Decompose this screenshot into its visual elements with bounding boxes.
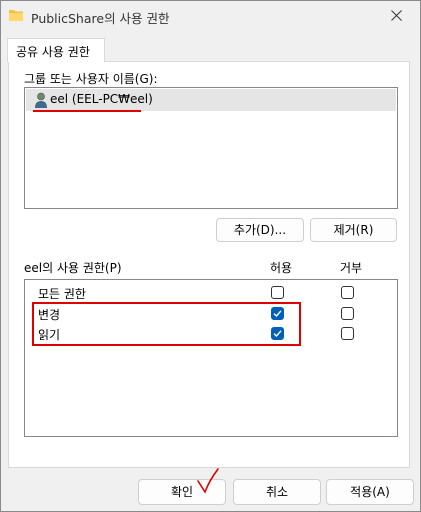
cancel-button[interactable]: 취소 — [233, 479, 321, 505]
title-bar: PublicShare의 사용 권한 — [1, 1, 420, 31]
close-button[interactable] — [374, 1, 420, 31]
user-icon — [34, 92, 48, 108]
close-icon — [391, 10, 402, 21]
deny-column-header: 거부 — [340, 261, 363, 275]
deny-change-checkbox[interactable] — [341, 307, 354, 320]
remove-button[interactable]: 제거(R) — [310, 218, 397, 242]
deny-full-control-checkbox[interactable] — [341, 286, 354, 299]
add-button[interactable]: 추가(D)... — [216, 218, 304, 242]
user-name: eel (EEL-PC₩eel) — [50, 92, 153, 106]
folder-icon — [9, 10, 23, 21]
permissions-label: eel의 사용 권한(P) — [24, 261, 122, 275]
permission-full-control: 모든 권한 — [38, 287, 86, 301]
tab-share-permissions[interactable]: 공유 사용 권한 — [7, 38, 105, 62]
deny-read-checkbox[interactable] — [341, 327, 354, 340]
annotation-underline — [33, 110, 141, 112]
user-list[interactable]: eel (EEL-PC₩eel) — [24, 87, 398, 209]
tab-label: 공유 사용 권한 — [16, 45, 90, 59]
users-label: 그룹 또는 사용자 이름(G): — [24, 72, 158, 86]
list-item[interactable]: eel (EEL-PC₩eel) — [26, 89, 396, 111]
annotation-checkmark-icon — [197, 468, 219, 494]
allow-column-header: 허용 — [270, 261, 293, 275]
window-title: PublicShare의 사용 권한 — [31, 11, 170, 26]
allow-full-control-checkbox[interactable] — [271, 286, 284, 299]
annotation-box — [32, 302, 301, 346]
apply-button[interactable]: 적용(A) — [326, 479, 414, 505]
